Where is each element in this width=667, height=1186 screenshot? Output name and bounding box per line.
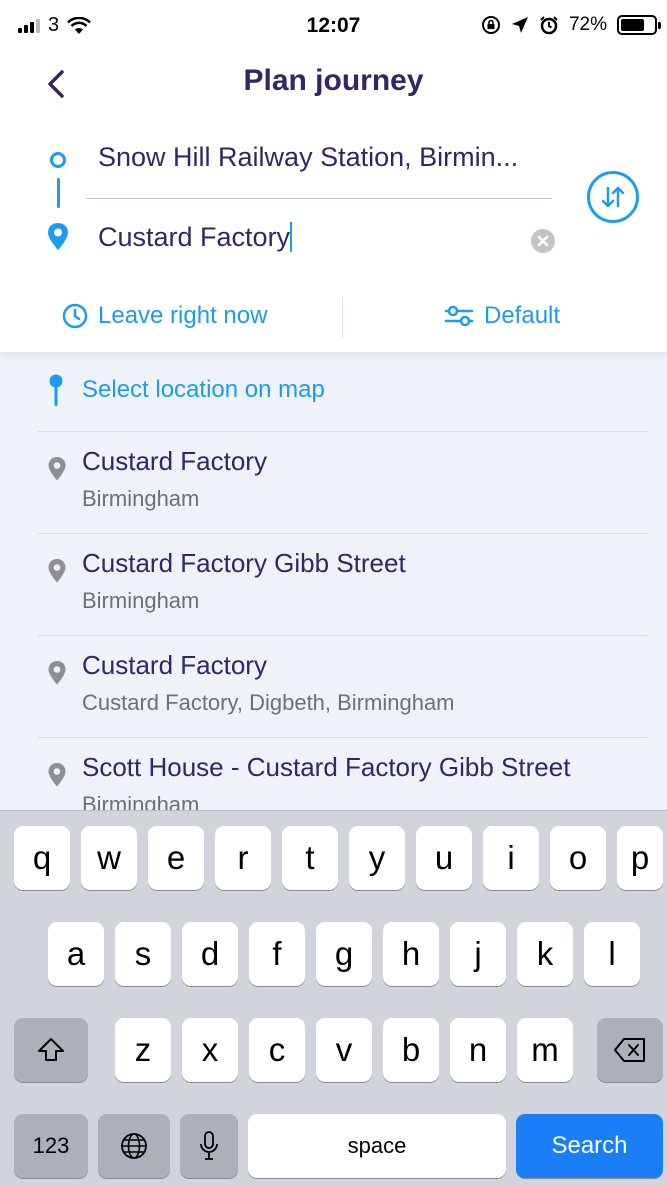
key-p[interactable]: p: [617, 826, 663, 890]
key-s[interactable]: s: [115, 922, 171, 986]
key-z[interactable]: z: [115, 1018, 171, 1082]
dictation-key[interactable]: [180, 1114, 238, 1178]
key-f[interactable]: f: [249, 922, 305, 986]
leave-time-button[interactable]: Leave right now: [62, 302, 267, 330]
select-on-map-label: Select location on map: [82, 376, 325, 403]
shift-icon: [38, 1038, 64, 1061]
key-a[interactable]: a: [48, 922, 104, 986]
page-title: Plan journey: [243, 64, 424, 97]
key-w[interactable]: w: [81, 826, 137, 890]
location-pin-icon: [48, 661, 66, 685]
battery-percent: 72%: [568, 14, 607, 35]
destination-input[interactable]: Custard Factory: [98, 222, 293, 253]
clear-destination-button[interactable]: [531, 229, 555, 253]
list-item[interactable]: Custard Factory Birmingham: [0, 432, 667, 534]
key-j[interactable]: j: [450, 922, 506, 986]
list-item-subtitle: Custard Factory, Digbeth, Birmingham: [82, 690, 455, 715]
microphone-icon: [200, 1131, 218, 1160]
key-y[interactable]: y: [349, 826, 405, 890]
key-r[interactable]: r: [215, 826, 271, 890]
list-item-subtitle: Birmingham: [82, 792, 200, 810]
journey-options: Leave right now Default: [0, 290, 667, 352]
space-key[interactable]: space: [248, 1114, 506, 1178]
origin-input[interactable]: Snow Hill Railway Station, Birmin...: [98, 142, 518, 173]
list-item-subtitle: Birmingham: [82, 588, 200, 613]
key-u[interactable]: u: [416, 826, 472, 890]
list-item-title: Custard Factory Gibb Street: [82, 548, 406, 578]
key-l[interactable]: l: [584, 922, 640, 986]
swap-arrows-icon: [601, 186, 625, 208]
text-caret: [290, 222, 293, 252]
key-k[interactable]: k: [517, 922, 573, 986]
battery-fill: [621, 19, 645, 31]
list-item-title: Scott House - Custard Factory Gibb Stree…: [82, 752, 571, 782]
key-g[interactable]: g: [316, 922, 372, 986]
rotation-lock-icon: [481, 16, 500, 34]
select-on-map-row[interactable]: Select location on map: [0, 352, 667, 432]
swap-button[interactable]: [587, 171, 639, 223]
key-t[interactable]: t: [282, 826, 338, 890]
options-divider: [342, 298, 343, 338]
status-bar: 3 12:07 72%: [0, 0, 667, 56]
clear-icon: [537, 235, 549, 247]
location-arrow-icon: [511, 17, 528, 33]
key-o[interactable]: o: [550, 826, 606, 890]
key-m[interactable]: m: [517, 1018, 573, 1082]
route-connector: [57, 178, 60, 208]
preferences-button[interactable]: Default: [444, 302, 560, 330]
battery-icon: [617, 15, 661, 35]
backspace-key[interactable]: [597, 1018, 663, 1082]
list-item[interactable]: Custard Factory Custard Factory, Digbeth…: [0, 636, 667, 738]
list-item[interactable]: Scott House - Custard Factory Gibb Stree…: [0, 738, 667, 810]
globe-icon: [121, 1133, 147, 1159]
search-key[interactable]: Search: [516, 1114, 663, 1178]
list-item[interactable]: Custard Factory Gibb Street Birmingham: [0, 534, 667, 636]
sliders-icon: [444, 305, 474, 327]
location-pin-icon: [48, 763, 66, 787]
key-c[interactable]: c: [249, 1018, 305, 1082]
keyboard: q w e r t y u i o p a s d f g h j k l z …: [0, 810, 667, 1186]
results-list: Select location on map Custard Factory B…: [0, 352, 667, 810]
leave-time-label: Leave right now: [98, 302, 268, 329]
numbers-key[interactable]: 123: [14, 1114, 88, 1178]
shift-key[interactable]: [14, 1018, 88, 1082]
key-e[interactable]: e: [148, 826, 204, 890]
key-n[interactable]: n: [450, 1018, 506, 1082]
status-right: 72%: [481, 14, 661, 36]
header: Plan journey: [0, 56, 667, 116]
key-b[interactable]: b: [383, 1018, 439, 1082]
key-d[interactable]: d: [182, 922, 238, 986]
key-q[interactable]: q: [14, 826, 70, 890]
location-pin-icon: [48, 457, 66, 481]
list-item-title: Custard Factory: [82, 650, 267, 680]
key-v[interactable]: v: [316, 1018, 372, 1082]
list-item-title: Custard Factory: [82, 446, 267, 476]
preferences-label: Default: [484, 302, 561, 329]
key-i[interactable]: i: [483, 826, 539, 890]
map-pin-icon: [49, 374, 63, 406]
route-form: Snow Hill Railway Station, Birmin... Cus…: [0, 130, 667, 290]
key-h[interactable]: h: [383, 922, 439, 986]
globe-key[interactable]: [98, 1114, 170, 1178]
location-pin-icon: [48, 559, 66, 583]
backspace-icon: [614, 1038, 645, 1062]
clock-icon: [62, 303, 88, 329]
origin-dot-icon: [50, 152, 66, 168]
list-item-subtitle: Birmingham: [82, 486, 200, 511]
alarm-icon: [540, 16, 558, 35]
destination-value: Custard Factory: [98, 222, 291, 252]
destination-pin-icon: [48, 223, 68, 250]
key-x[interactable]: x: [182, 1018, 238, 1082]
input-divider: [86, 198, 552, 199]
